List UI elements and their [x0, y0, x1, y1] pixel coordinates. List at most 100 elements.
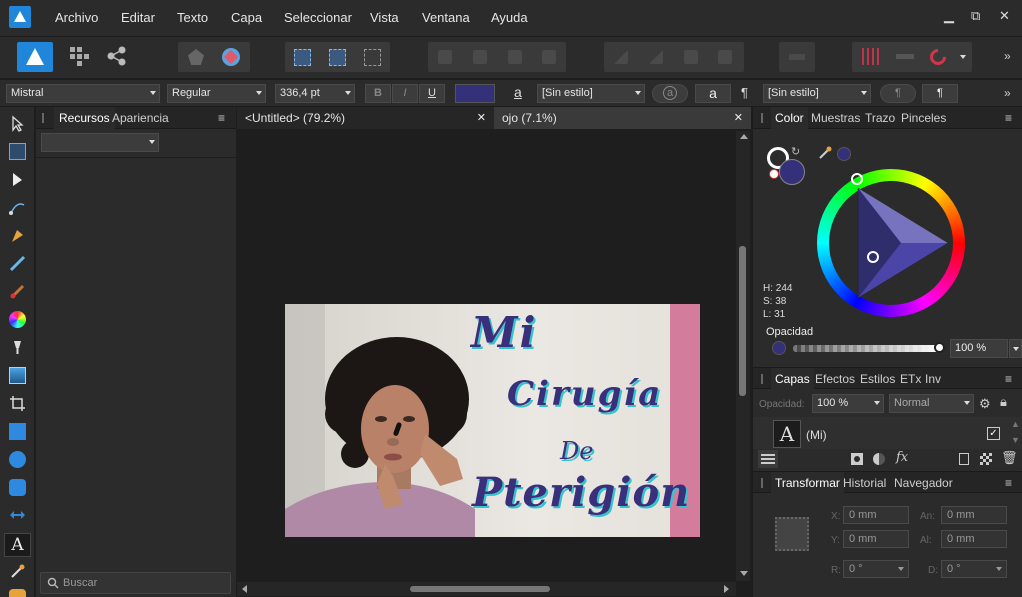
asset-search-input[interactable]: Buscar [40, 572, 231, 594]
ellipse-tool-icon[interactable] [9, 451, 26, 468]
panel-menu-icon[interactable]: ≡ [218, 111, 225, 125]
tab-color[interactable]: Color [771, 107, 808, 129]
panel-grip-icon[interactable] [42, 113, 44, 123]
menu-seleccionar[interactable]: Seleccionar [284, 10, 352, 25]
panel-menu-icon[interactable]: ≡ [1005, 476, 1012, 490]
no-fill-icon[interactable] [769, 169, 779, 179]
tab-trazo[interactable]: Trazo [865, 111, 895, 125]
grid-icon[interactable] [862, 48, 879, 65]
color-picker-icon[interactable] [817, 145, 833, 161]
color-picker-tool-icon[interactable] [9, 563, 26, 580]
paragraph-style-select[interactable]: [Sin estilo] [763, 84, 871, 103]
canvas-artboard[interactable]: Mi Cirugía De Pterigión [285, 304, 700, 537]
delete-layer-icon[interactable]: 🗑︎ [1001, 450, 1018, 466]
effects-icon[interactable]: fx [896, 450, 908, 465]
width-input[interactable]: 0 mm [941, 506, 1007, 524]
character-style-select[interactable]: [Sin estilo] [537, 84, 645, 103]
point-transform-tool-icon[interactable] [9, 199, 26, 216]
node-tool-icon[interactable] [9, 171, 26, 188]
italic-button[interactable]: I [392, 84, 418, 103]
snapping-dropdown-icon[interactable] [960, 55, 966, 59]
rotate-left-icon[interactable] [684, 50, 698, 64]
pencil-tool-icon[interactable] [9, 255, 26, 272]
move-forward-icon[interactable] [508, 50, 522, 64]
tab-capas[interactable]: Capas [771, 368, 814, 389]
close-document-icon[interactable]: ✕ [734, 111, 743, 124]
layer-settings-icon[interactable]: ⚙ [979, 396, 991, 412]
rectangle-tool-icon[interactable] [9, 423, 26, 440]
move-back-icon[interactable] [438, 50, 452, 64]
lock-icon[interactable]: 🔒︎ [1000, 394, 1007, 410]
tab-historial[interactable]: Historial [843, 476, 886, 490]
layer-name[interactable]: (Mi) [806, 428, 827, 442]
move-backward-icon[interactable] [473, 50, 487, 64]
menu-texto[interactable]: Texto [177, 10, 208, 25]
snapping-icon[interactable] [222, 48, 240, 66]
restore-button[interactable]: ⧉ [971, 8, 980, 24]
tab-document-ojo[interactable]: ojo (7.1%) ✕ [494, 107, 751, 129]
height-input[interactable]: 0 mm [941, 530, 1007, 548]
panel-menu-icon[interactable]: ≡ [1005, 111, 1012, 125]
menu-editar[interactable]: Editar [121, 10, 155, 25]
tab-etx[interactable]: ETx [900, 372, 921, 386]
scroll-right-icon[interactable] [724, 585, 729, 593]
scroll-up-icon[interactable] [740, 134, 748, 139]
y-position-input[interactable]: 0 mm [843, 530, 909, 548]
move-front-icon[interactable] [542, 50, 556, 64]
toolbar-overflow-icon[interactable]: » [1004, 49, 1011, 63]
tab-muestras[interactable]: Muestras [811, 111, 860, 125]
flip-horizontal-icon[interactable] [614, 50, 628, 64]
tab-document-untitled[interactable]: <Untitled> (79.2%) ✕ [237, 107, 494, 129]
asset-category-select[interactable] [41, 133, 159, 152]
new-character-style-button[interactable]: a [695, 84, 731, 103]
font-family-select[interactable]: Mistral [6, 84, 160, 103]
menu-ayuda[interactable]: Ayuda [491, 10, 528, 25]
fill-tool-icon[interactable] [9, 311, 26, 328]
opacity-slider[interactable] [793, 345, 939, 352]
menu-ventana[interactable]: Ventana [422, 10, 470, 25]
place-image-tool-icon[interactable] [9, 367, 26, 384]
panel-grip-icon[interactable] [761, 478, 763, 488]
context-overflow-icon[interactable]: » [1004, 86, 1011, 100]
panel-grip-icon[interactable] [761, 113, 763, 123]
shape-tools-icon[interactable] [9, 507, 26, 524]
boolean-button[interactable] [779, 42, 815, 72]
swap-colors-icon[interactable]: ↻ [791, 145, 800, 158]
panel-grip-icon[interactable] [761, 374, 763, 384]
horizontal-scroll-thumb[interactable] [410, 586, 550, 592]
bold-button[interactable]: B [365, 84, 391, 103]
add-pixel-layer-icon[interactable] [980, 453, 992, 465]
new-paragraph-style-button[interactable]: ¶ [922, 84, 958, 103]
underline-button[interactable]: U [419, 84, 445, 103]
pixel-persona-icon[interactable] [68, 45, 90, 67]
close-document-icon[interactable]: ✕ [477, 111, 486, 124]
tab-recursos[interactable]: Recursos [54, 107, 115, 129]
vector-brush-tool-icon[interactable] [9, 283, 26, 300]
vertical-scrollbar[interactable] [736, 131, 750, 581]
font-size-select[interactable]: 336,4 pt [275, 84, 355, 103]
layer-opacity-select[interactable]: 100 % [812, 394, 884, 413]
menu-capa[interactable]: Capa [231, 10, 262, 25]
panel-menu-icon[interactable]: ≡ [1005, 372, 1012, 386]
scroll-up-icon[interactable]: ▲ [1011, 419, 1020, 429]
hand-tool-icon[interactable] [9, 589, 26, 597]
tab-pinceles[interactable]: Pinceles [901, 111, 946, 125]
move-tool-icon[interactable] [9, 115, 26, 132]
transform-origin-icon[interactable] [364, 49, 381, 66]
minimize-button[interactable]: ▁ [944, 8, 954, 24]
shear-input[interactable]: 0 ° [941, 560, 1007, 578]
x-position-input[interactable]: 0 mm [843, 506, 909, 524]
scroll-down-icon[interactable] [740, 571, 748, 576]
character-style-button[interactable]: a [652, 84, 688, 103]
export-persona-icon[interactable] [106, 45, 128, 67]
tab-navegador[interactable]: Navegador [894, 476, 953, 490]
color-wheel[interactable] [811, 163, 971, 323]
rotate-right-icon[interactable] [718, 50, 732, 64]
crop-tool-icon[interactable] [9, 395, 26, 412]
adjustment-layer-icon[interactable] [873, 453, 885, 465]
pentagon-icon[interactable] [188, 49, 204, 65]
flip-vertical-icon[interactable] [649, 50, 663, 64]
tab-transformar[interactable]: Transformar [771, 472, 844, 493]
scroll-down-icon[interactable]: ▼ [1011, 435, 1020, 445]
select-bounding-icon[interactable] [294, 49, 311, 66]
